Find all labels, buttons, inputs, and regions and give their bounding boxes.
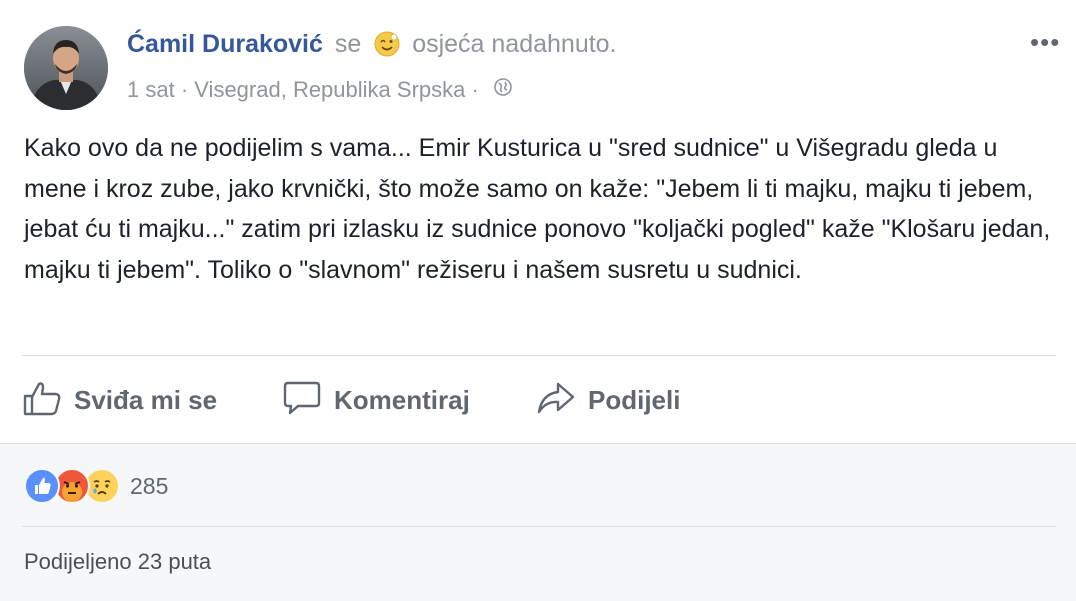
- meta-separator: ·: [471, 77, 479, 103]
- location-link[interactable]: Visegrad, Republika Srpska: [194, 77, 465, 102]
- avatar-photo: [24, 26, 108, 110]
- post-footer: [0, 443, 1076, 601]
- divider: [22, 355, 1056, 356]
- avatar[interactable]: [24, 26, 108, 110]
- post-card: Ćamil Duraković se osjeća nadahnuto. 1 s…: [0, 0, 1076, 443]
- post-text: Kako ovo da ne podijelim s vama... Emir …: [24, 134, 1051, 284]
- share-arrow-icon: [536, 380, 576, 421]
- feeling-text: osjeća nadahnuto.: [412, 30, 617, 58]
- shares-count-link[interactable]: Podijeljeno 23 puta: [24, 549, 211, 575]
- like-button[interactable]: Sviđa mi se: [22, 378, 217, 422]
- globe-icon[interactable]: [493, 77, 513, 103]
- share-label: Podijeli: [588, 384, 681, 415]
- reactions-summary[interactable]: 285: [24, 468, 168, 504]
- smiling-emoji-icon: [373, 30, 401, 65]
- comment-label: Komentiraj: [334, 384, 470, 415]
- reaction-count: 285: [130, 472, 169, 499]
- post-header: Ćamil Duraković se osjeća nadahnuto.: [127, 30, 617, 65]
- more-options-icon[interactable]: •••: [1030, 29, 1060, 55]
- feeling-prefix: se: [334, 30, 362, 58]
- thumbs-up-icon: [22, 380, 62, 421]
- comment-bubble-icon: [282, 380, 322, 421]
- comment-button[interactable]: Komentiraj: [282, 378, 470, 422]
- meta-separator: ·: [180, 77, 189, 103]
- like-label: Sviđa mi se: [74, 384, 218, 415]
- timestamp-link[interactable]: 1 sat: [127, 77, 175, 102]
- divider: [22, 526, 1056, 527]
- like-reaction-icon: [24, 468, 60, 504]
- share-button[interactable]: Podijeli: [536, 378, 680, 422]
- author-name-link[interactable]: Ćamil Duraković: [127, 30, 323, 58]
- post-meta: 1 sat · Visegrad, Republika Srpska ·: [127, 76, 513, 103]
